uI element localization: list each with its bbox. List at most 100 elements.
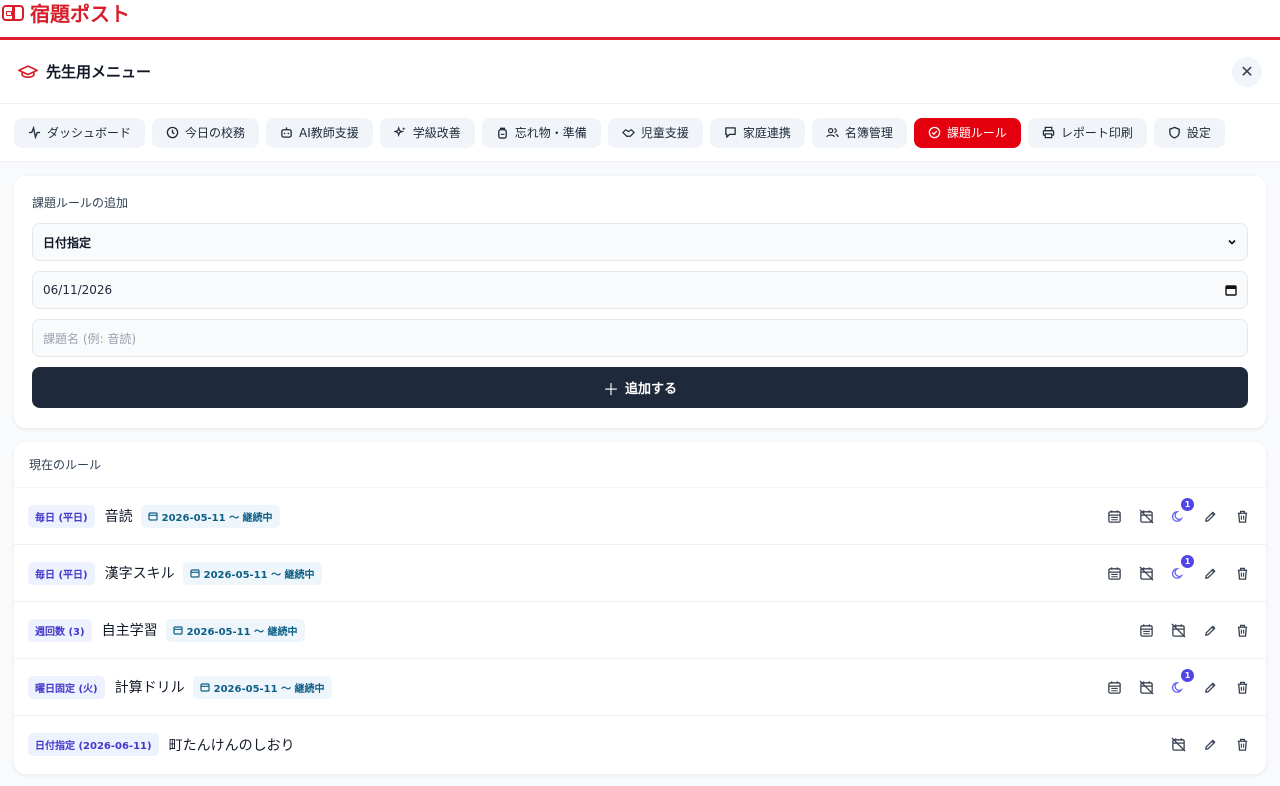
task-name-input[interactable]: 課題名 (例: 音読) [32, 319, 1248, 357]
rule-type-badge: 毎日 (平日) [28, 504, 95, 528]
calendar-icon [1139, 623, 1153, 637]
calendar-button[interactable] [1136, 620, 1156, 640]
shield-icon [1169, 126, 1180, 139]
tab-label: レポート印刷 [1060, 126, 1133, 140]
delete-button[interactable] [1232, 735, 1252, 755]
calendar-off-icon [1170, 737, 1186, 752]
calendar-icon [1107, 566, 1121, 580]
calendar-off-button[interactable] [1136, 563, 1156, 583]
rule-period-text: 2026-05-11 ～ 継続中 [161, 512, 273, 524]
users-icon [826, 127, 839, 138]
tab-9[interactable]: 課題ルール [913, 117, 1021, 148]
edit-button[interactable] [1200, 506, 1220, 526]
tab-3[interactable]: AI教師支援 [266, 117, 373, 148]
moon-icon [1171, 510, 1183, 522]
moon-button[interactable]: 1 [1168, 498, 1194, 526]
rule-period-badge: 2026-05-11 ～ 継続中 [192, 675, 332, 699]
rule-row: 曜日固定 (火) 計算ドリル 2026-05-11 ～ 継続中 1 [14, 659, 1266, 716]
check-circle-icon [928, 126, 941, 139]
calendar-button[interactable] [1104, 563, 1124, 583]
rule-period-badge: 2026-05-11 ～ 継続中 [165, 618, 305, 642]
activity-icon [28, 126, 41, 139]
menu-tabs: ダッシュボード 今日の校務 AI教師支援 学級改善 忘れ物・準備 児童支援 家庭連携 名簿管理… [0, 104, 1280, 162]
add-rule-card: 課題ルールの追加 日付指定 06/11/2026 課題名 (例: 音読) ＋ 追… [14, 176, 1266, 428]
add-rule-button[interactable]: ＋ 追加する [32, 367, 1248, 408]
close-button[interactable]: ✕ [1232, 56, 1262, 87]
calendar-off-button[interactable] [1168, 735, 1188, 755]
rule-row: 週回数 (3) 自主学習 2026-05-11 ～ 継続中 [14, 602, 1266, 659]
edit-icon [1204, 682, 1215, 693]
rule-type-badge: 毎日 (平日) [28, 561, 95, 585]
add-rule-title: 課題ルールの追加 [32, 196, 129, 210]
calendar-small-icon [190, 569, 200, 578]
task-name-placeholder: 課題名 (例: 音読) [43, 331, 137, 346]
close-icon: ✕ [1240, 62, 1254, 81]
tab-10[interactable]: レポート印刷 [1027, 117, 1147, 148]
rule-row: 日付指定 (2026-06-11) 町たんけんのしおり [14, 716, 1266, 773]
rule-row: 毎日 (平日) 音読 2026-05-11 ～ 継続中 1 [14, 488, 1266, 545]
message-icon [725, 127, 736, 138]
calendar-off-button[interactable] [1136, 677, 1156, 697]
tab-label: 課題ルール [946, 126, 1007, 140]
moon-button[interactable]: 1 [1168, 669, 1194, 697]
edit-button[interactable] [1200, 735, 1220, 755]
tab-2[interactable]: 今日の校務 [152, 117, 260, 148]
tab-label: ダッシュボード [47, 126, 132, 140]
rule-type-select[interactable]: 日付指定 [32, 223, 1248, 261]
tab-6[interactable]: 児童支援 [607, 117, 703, 148]
rule-name: 漢字スキル [104, 566, 175, 582]
app-brand[interactable]: 宿題ポスト [2, 0, 130, 27]
rule-name: 音読 [104, 509, 133, 525]
date-input[interactable]: 06/11/2026 [32, 271, 1248, 309]
calendar-button[interactable] [1104, 506, 1124, 526]
tab-label: 忘れ物・準備 [514, 126, 587, 140]
menu-title-text: 先生用メニュー [46, 63, 152, 81]
delete-button[interactable] [1232, 563, 1252, 583]
delete-button[interactable] [1232, 677, 1252, 697]
calendar-picker-icon[interactable] [1225, 284, 1237, 296]
tab-1[interactable]: ダッシュボード [14, 117, 146, 148]
clock-icon [166, 126, 179, 139]
tab-label: 学級改善 [412, 126, 461, 140]
tab-4[interactable]: 学級改善 [379, 117, 475, 148]
calendar-button[interactable] [1104, 677, 1124, 697]
tab-11[interactable]: 設定 [1153, 117, 1225, 148]
delete-button[interactable] [1232, 506, 1252, 526]
backpack-icon [497, 127, 507, 139]
current-rules-title: 現在のルール [14, 442, 1266, 488]
tab-7[interactable]: 家庭連携 [709, 117, 805, 148]
rule-period-text: 2026-05-11 ～ 継続中 [203, 569, 315, 581]
rule-name: 計算ドリル [114, 680, 185, 696]
edit-button[interactable] [1200, 620, 1220, 640]
edit-button[interactable] [1200, 563, 1220, 583]
rule-period-badge: 2026-05-11 ～ 継続中 [140, 504, 280, 528]
tab-8[interactable]: 名簿管理 [811, 117, 907, 148]
tab-label: 名簿管理 [844, 126, 893, 140]
rule-period-text: 2026-05-11 ～ 継続中 [186, 626, 298, 638]
calendar-off-button[interactable] [1168, 620, 1188, 640]
edit-button[interactable] [1200, 677, 1220, 697]
graduation-cap-icon [18, 64, 38, 78]
tab-5[interactable]: 忘れ物・準備 [481, 117, 601, 148]
app-title: 宿題ポスト [30, 2, 130, 26]
robot-icon [281, 127, 292, 138]
calendar-small-icon [172, 626, 183, 635]
rule-type-badge: 日付指定 (2026-06-11) [28, 733, 159, 756]
rule-actions [1136, 620, 1252, 640]
calendar-off-button[interactable] [1136, 506, 1156, 526]
rule-actions [1168, 735, 1252, 755]
menu-title: 先生用メニュー [18, 61, 151, 82]
trash-icon [1237, 624, 1247, 637]
chevron-down-icon [1228, 239, 1236, 245]
trash-icon [1237, 510, 1247, 523]
calendar-off-icon [1138, 679, 1154, 695]
delete-button[interactable] [1232, 620, 1252, 640]
count-badge: 1 [1181, 555, 1194, 568]
tab-label: 今日の校務 [185, 126, 246, 140]
rule-name: 町たんけんのしおり [168, 737, 295, 754]
current-rules-card: 現在のルール 毎日 (平日) 音読 2026-05-11 ～ 継続中 1 毎日 (平日)… [14, 442, 1266, 774]
count-badge: 1 [1181, 669, 1194, 682]
moon-button[interactable]: 1 [1168, 555, 1194, 583]
calendar-off-icon [1138, 565, 1154, 581]
calendar-icon [1107, 680, 1121, 694]
